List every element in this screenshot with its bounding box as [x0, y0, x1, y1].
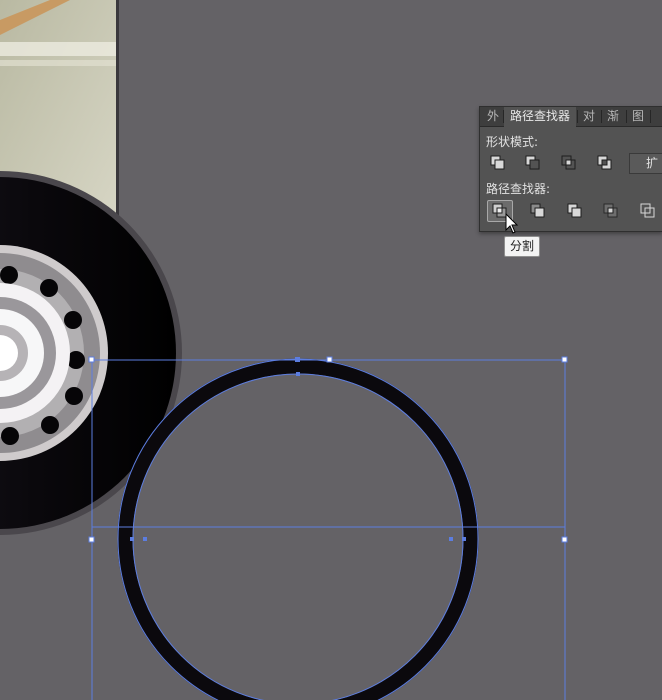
tab-align[interactable]: 对: [580, 107, 598, 126]
panel-tab-bar: 外 路径查找器 对 渐 图: [480, 107, 662, 127]
outline-button[interactable]: [635, 200, 661, 222]
minus-front-icon: [525, 155, 540, 170]
mouse-cursor-icon: [505, 213, 519, 234]
wheel-artwork: [0, 171, 182, 535]
selected-ring-shape[interactable]: [117, 358, 479, 700]
tab-pathfinder[interactable]: 路径查找器: [504, 107, 576, 127]
pathfinders-label: 路径查找器:: [486, 182, 551, 196]
shape-modes-label: 形状模式:: [486, 135, 539, 149]
divide-tooltip: 分割: [504, 236, 541, 257]
outline-icon: [640, 203, 655, 218]
unite-button[interactable]: [485, 152, 511, 174]
crop-icon: [603, 203, 618, 218]
crop-button[interactable]: [598, 200, 624, 222]
anchor-points[interactable]: [130, 357, 466, 541]
intersect-button[interactable]: [556, 152, 582, 174]
tab-gradient[interactable]: 渐: [604, 107, 622, 126]
tab-divider: [626, 110, 627, 123]
trim-button[interactable]: [525, 200, 551, 222]
tab-divider: [650, 110, 651, 123]
merge-button[interactable]: [562, 200, 588, 222]
intersect-icon: [561, 155, 576, 170]
tab-appearance[interactable]: 外: [484, 107, 502, 126]
tab-graphic-styles[interactable]: 图: [628, 107, 648, 126]
tab-divider: [601, 110, 602, 123]
tab-divider: [577, 110, 578, 123]
minus-front-button[interactable]: [520, 152, 546, 174]
trim-icon: [530, 203, 545, 218]
artboard-canvas[interactable]: [0, 0, 662, 700]
expand-button[interactable]: 扩: [629, 153, 662, 174]
unite-icon: [490, 155, 505, 170]
merge-icon: [567, 203, 582, 218]
exclude-button[interactable]: [592, 152, 618, 174]
exclude-icon: [597, 155, 612, 170]
